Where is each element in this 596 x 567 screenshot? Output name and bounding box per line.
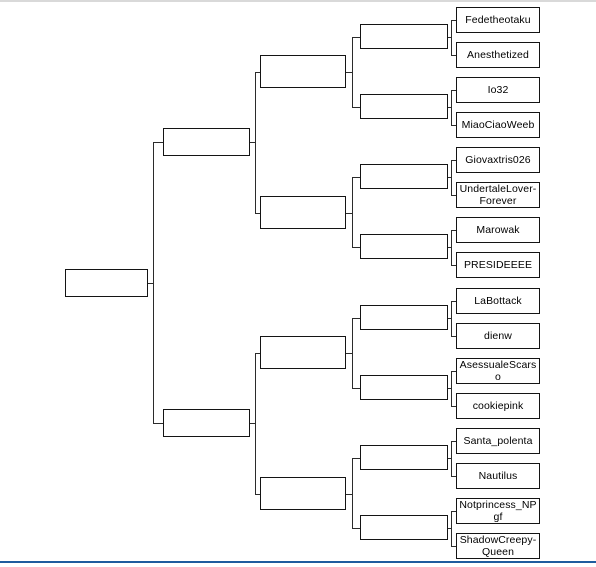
participant-box-7[interactable]: Marowak	[456, 217, 540, 243]
r8-pair-2-parent-stub	[346, 212, 352, 214]
participant-label: UndertaleLover-Forever	[459, 183, 537, 207]
r8-pair-3-spine	[352, 317, 354, 388]
r8-pair-1-stub-bottom	[352, 106, 360, 108]
round-of-8-box-3[interactable]	[360, 164, 448, 189]
r16-pair-8-parent-stub	[448, 527, 451, 529]
participant-label: Fedetheotaku	[465, 14, 531, 26]
participant-box-8[interactable]: PRESIDEEEE	[456, 252, 540, 278]
participant-box-12[interactable]: cookiepink	[456, 393, 540, 419]
participant-box-10[interactable]: dienw	[456, 323, 540, 349]
participant-label: Io32	[487, 84, 509, 96]
sf-pair-1-stub-bottom	[153, 423, 163, 425]
participant-box-4[interactable]: MiaoCiaoWeeb	[456, 112, 540, 138]
r16-pair-2-spine	[451, 90, 453, 125]
final-winner-box[interactable]	[65, 269, 148, 297]
participant-box-16[interactable]: ShadowCreepy-Queen	[456, 533, 540, 559]
r8-pair-4-spine	[352, 457, 354, 528]
participant-label: LaBottack	[474, 295, 522, 307]
round-of-8-box-1[interactable]	[360, 24, 448, 49]
round-of-8-box-6[interactable]	[360, 375, 448, 400]
top-divider-rule	[0, 0, 596, 2]
r16-pair-5-parent-stub	[448, 317, 451, 319]
participant-label: Notprincess_NPgf	[459, 499, 537, 523]
participant-box-14[interactable]: Nautilus	[456, 463, 540, 489]
quarter-final-box-2[interactable]	[260, 196, 346, 229]
round-of-8-box-4[interactable]	[360, 234, 448, 259]
r8-pair-4-stub-bottom	[352, 527, 360, 529]
qf-pair-2-parent-stub	[250, 423, 255, 425]
sf-pair-1-stub-top	[153, 142, 163, 144]
r8-pair-1-spine	[352, 36, 354, 107]
r16-pair-4-spine	[451, 230, 453, 265]
quarter-final-box-3[interactable]	[260, 336, 346, 369]
r8-pair-1-parent-stub	[346, 71, 352, 73]
r8-pair-3-parent-stub	[346, 352, 352, 354]
r16-pair-7-spine	[451, 441, 453, 476]
r16-pair-5-spine	[451, 301, 453, 336]
round-of-8-box-8[interactable]	[360, 515, 448, 540]
participant-label: Marowak	[476, 224, 520, 236]
r16-pair-1-spine	[451, 20, 453, 55]
participant-box-11[interactable]: AsessualeScarso	[456, 358, 540, 384]
sf-pair-1-spine	[153, 142, 155, 423]
participant-label: MiaoCiaoWeeb	[461, 119, 535, 131]
quarter-final-box-1[interactable]	[260, 55, 346, 88]
participant-label: cookiepink	[472, 400, 524, 412]
semi-final-box-1[interactable]	[163, 128, 250, 156]
participant-box-9[interactable]: LaBottack	[456, 288, 540, 314]
participant-label: Nautilus	[478, 470, 518, 482]
r8-pair-2-spine	[352, 176, 354, 247]
participant-box-1[interactable]: Fedetheotaku	[456, 7, 540, 33]
participant-label: Giovaxtris026	[465, 154, 531, 166]
participant-box-3[interactable]: Io32	[456, 77, 540, 103]
r16-pair-4-parent-stub	[448, 246, 451, 248]
semi-final-box-2[interactable]	[163, 409, 250, 437]
participant-label: Anesthetized	[467, 49, 529, 61]
participant-box-15[interactable]: Notprincess_NPgf	[456, 498, 540, 524]
participant-box-2[interactable]: Anesthetized	[456, 42, 540, 68]
participant-box-13[interactable]: Santa_polenta	[456, 428, 540, 454]
round-of-8-box-7[interactable]	[360, 445, 448, 470]
r16-pair-3-parent-stub	[448, 176, 451, 178]
qf-pair-1-parent-stub	[250, 142, 255, 144]
participant-label: Santa_polenta	[463, 435, 533, 447]
round-of-8-box-2[interactable]	[360, 94, 448, 119]
participant-label: ShadowCreepy-Queen	[459, 534, 537, 558]
participant-label: dienw	[484, 330, 512, 342]
tournament-bracket: Fedetheotaku Anesthetized Io32 MiaoCiaoW…	[0, 0, 596, 567]
r8-pair-3-stub-bottom	[352, 387, 360, 389]
r16-pair-7-parent-stub	[448, 457, 451, 459]
quarter-final-box-4[interactable]	[260, 477, 346, 510]
r8-pair-4-parent-stub	[346, 493, 352, 495]
r16-pair-6-spine	[451, 371, 453, 406]
r8-pair-2-stub-bottom	[352, 246, 360, 248]
participant-box-6[interactable]: UndertaleLover-Forever	[456, 182, 540, 208]
participant-box-5[interactable]: Giovaxtris026	[456, 147, 540, 173]
r16-pair-3-spine	[451, 160, 453, 195]
participant-label: AsessualeScarso	[459, 359, 537, 383]
round-of-8-box-5[interactable]	[360, 305, 448, 330]
r16-pair-8-spine	[451, 511, 453, 546]
r16-pair-6-parent-stub	[448, 387, 451, 389]
sf-pair-1-parent-stub	[148, 283, 153, 285]
r16-pair-1-parent-stub	[448, 36, 451, 38]
qf-pair-2-spine	[255, 352, 257, 494]
r16-pair-2-parent-stub	[448, 106, 451, 108]
participant-label: PRESIDEEEE	[463, 259, 533, 271]
bottom-divider-rule	[0, 561, 596, 563]
qf-pair-1-spine	[255, 71, 257, 213]
